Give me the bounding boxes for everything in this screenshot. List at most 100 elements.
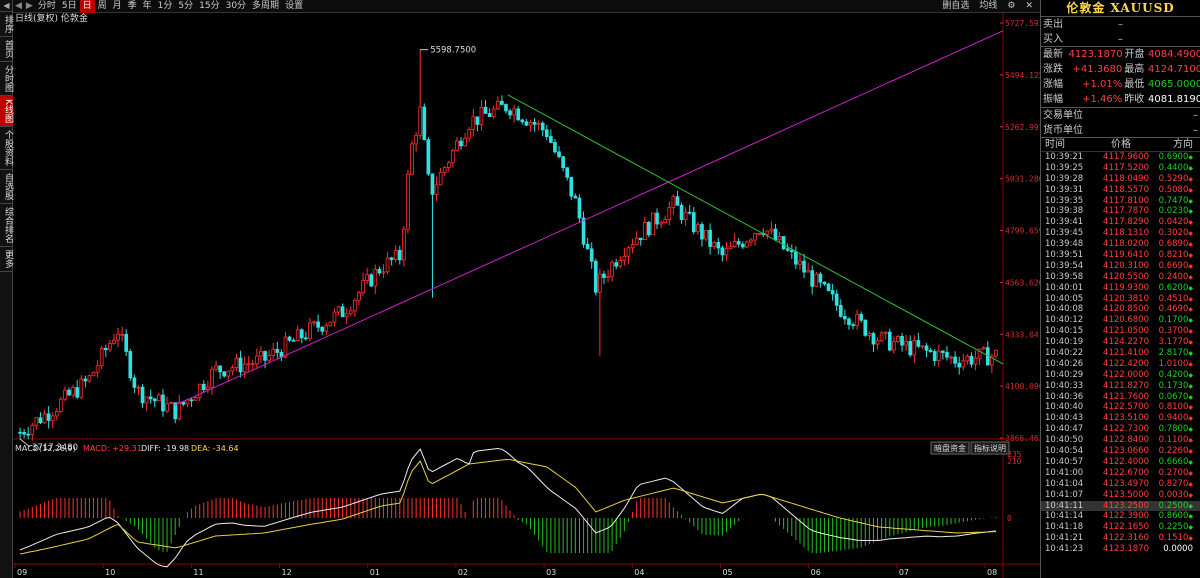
candle-body (336, 306, 341, 313)
nav-collapse-arrow-icon[interactable]: ◀ (0, 0, 13, 12)
tick-row: 10:41:23 4123.1870 0.0000 (1041, 544, 1200, 555)
quote-value: 4123.1870 (1068, 49, 1123, 60)
tick-time: 10:39:21 (1045, 152, 1084, 162)
candle-body (34, 417, 39, 426)
period-tab[interactable]: 30分 (223, 0, 249, 13)
candle-body (675, 196, 680, 206)
candle-body (896, 335, 900, 343)
candle-body (42, 413, 47, 424)
tick-row: 10:40:47 4122.7300 0.7800◆ (1041, 424, 1200, 435)
macd-y-tick: 210 (1007, 457, 1022, 466)
tick-row: 10:41:00 4122.6700 0.2700◆ (1041, 468, 1200, 479)
left-nav-item[interactable]: 综合排名 (0, 204, 13, 247)
tick-time: 10:39:25 (1045, 162, 1084, 173)
candle-body (810, 270, 815, 287)
candle-body (38, 417, 43, 424)
close-icon[interactable]: ✕ (1022, 0, 1036, 13)
candle-body (353, 299, 357, 312)
y-tick-label: 5494.125 (1005, 71, 1040, 80)
tick-row: 10:40:05 4120.3810 0.4510◆ (1041, 294, 1200, 305)
candle-body (647, 222, 651, 236)
period-tab[interactable]: 周 (95, 0, 110, 13)
tick-row: 10:39:35 4117.8100 0.7470◆ (1041, 196, 1200, 207)
candle-body (516, 108, 521, 121)
moving-average-button[interactable]: 均线 (976, 0, 1000, 13)
candle-body (798, 260, 802, 265)
period-tab[interactable]: 1分 (155, 0, 176, 13)
left-nav-item[interactable]: 分时图 (0, 62, 13, 96)
candle-body (765, 230, 770, 235)
toolbar-right-arrow-icon[interactable]: ▶ (24, 1, 35, 11)
candle-body (847, 318, 851, 326)
candle-body (941, 350, 945, 353)
candle-body (438, 171, 443, 186)
candle-body (736, 241, 741, 245)
period-tab[interactable]: 5日 (59, 0, 80, 13)
candle-body (140, 386, 145, 404)
candle-body (867, 333, 872, 336)
period-tab[interactable]: 分时 (35, 0, 59, 13)
candle-body (442, 167, 447, 173)
dark-pool-fund-button-label: 暗盘资金 (934, 443, 966, 453)
candle-body (177, 401, 182, 420)
left-nav-item[interactable]: 个股资料 (0, 127, 13, 170)
uptrend-line[interactable] (174, 30, 1004, 406)
candle-body (201, 383, 206, 390)
candle-body (569, 176, 574, 197)
tick-row: 10:40:29 4122.0000 0.4200◆ (1041, 370, 1200, 381)
candle-body (532, 121, 537, 125)
toolbar-left-arrow-icon[interactable]: ◀ (13, 1, 24, 11)
candle-body (773, 228, 778, 241)
candle-body (667, 206, 672, 220)
candle-body (463, 137, 467, 147)
candle-body (973, 357, 978, 365)
candle-body (626, 247, 631, 257)
candle-body (30, 424, 35, 435)
kline-chart[interactable]: 5727.591 5494.125 5262.997 5031.280 4799.659… (13, 13, 1040, 578)
period-tab[interactable]: 月 (110, 0, 125, 13)
period-tab[interactable]: 多周期 (249, 0, 282, 13)
ticks-header-direction: 方向 (1173, 139, 1193, 150)
candle-body (651, 212, 655, 236)
candle-body (410, 143, 414, 175)
period-tab[interactable]: 年 (140, 0, 155, 13)
remove-watchlist-button[interactable]: 删自选 (939, 0, 972, 13)
candle-body (132, 377, 137, 388)
period-tab[interactable]: 季 (125, 0, 140, 13)
candle-body (994, 349, 998, 357)
gear-icon[interactable]: ⚙ (1004, 0, 1018, 13)
candle-body (328, 321, 333, 327)
left-nav-item[interactable]: 更多 (0, 247, 13, 272)
tick-direction: 0.0670◆ (1158, 391, 1193, 402)
tick-row: 10:41:04 4123.4970 0.8270◆ (1041, 479, 1200, 490)
candle-body (957, 362, 962, 368)
candle-body (659, 222, 663, 225)
candle-body (189, 399, 194, 402)
left-nav-item[interactable]: 首页 (0, 37, 13, 62)
quote-label: 涨跌 (1043, 64, 1063, 75)
tick-price: 4117.5200 (1103, 162, 1149, 173)
candle-body (724, 248, 729, 256)
tick-direction: 0.0030◆ (1158, 489, 1193, 500)
period-tab[interactable]: 15分 (196, 0, 222, 13)
candle-body (393, 249, 398, 260)
tick-row: 10:39:41 4117.8290 0.0420◆ (1041, 217, 1200, 228)
tick-list[interactable]: 10:39:21 4117.9600 0.6900◆ 10:39:25 4117.520… (1041, 152, 1200, 555)
candle-body (602, 273, 606, 278)
left-nav-item[interactable]: 自选股 (0, 170, 13, 204)
candle-body (642, 222, 647, 240)
period-tab[interactable]: 5分 (175, 0, 196, 13)
period-tab[interactable]: 日 (79, 0, 95, 13)
candle-body (883, 331, 888, 334)
tick-time: 10:39:45 (1045, 228, 1084, 239)
quote-value: 4065.0000 (1148, 79, 1200, 90)
tick-time: 10:39:54 (1045, 260, 1084, 271)
left-nav-item[interactable]: 排序 (0, 12, 13, 37)
candle-body (622, 255, 627, 261)
macd-label: MACD(12,26,9) (15, 444, 76, 453)
left-nav-item[interactable]: K线图 (0, 96, 13, 127)
candle-body (920, 345, 925, 348)
candle-body (928, 349, 933, 352)
period-tab[interactable]: 设置 (282, 0, 306, 13)
tick-row: 10:39:21 4117.9600 0.6900◆ (1041, 152, 1200, 163)
